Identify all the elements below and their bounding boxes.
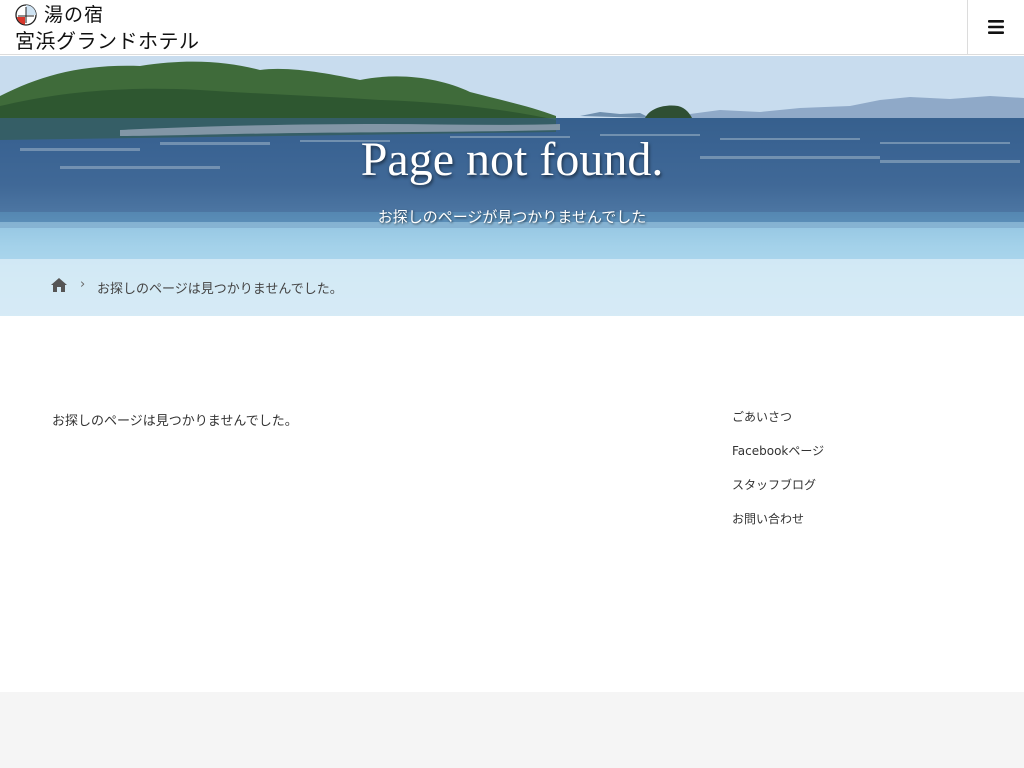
sidebar-link-staff-blog[interactable]: スタッフブログ — [732, 476, 972, 510]
logo-mark-icon — [15, 4, 37, 26]
logo-text-line1: 湯の宿 — [44, 4, 105, 26]
home-icon[interactable] — [51, 278, 67, 292]
hamburger-menu-icon — [988, 20, 1004, 34]
breadcrumb: › お探しのページは見つかりませんでした。 — [0, 259, 1024, 316]
hero-banner: Page not found. お探しのページが見つかりませんでした › お探し… — [0, 56, 1024, 316]
not-found-message: お探しのページは見つかりませんでした。 — [52, 414, 298, 429]
page-title: Page not found. — [360, 133, 664, 186]
breadcrumb-current: お探しのページは見つかりませんでした。 — [97, 282, 343, 297]
sidebar-link-greeting[interactable]: ごあいさつ — [732, 408, 972, 442]
site-header: 湯の宿 宮浜グランドホテル — [0, 0, 1024, 55]
sidebar-link-facebook[interactable]: Facebookページ — [732, 442, 972, 476]
menu-toggle-button[interactable] — [967, 0, 1024, 54]
breadcrumb-separator: › — [80, 277, 86, 292]
page-subtitle: お探しのページが見つかりませんでした — [377, 208, 647, 226]
logo-text-line2: 宮浜グランドホテル — [15, 29, 200, 53]
site-footer — [0, 692, 1024, 768]
site-logo[interactable]: 湯の宿 宮浜グランドホテル — [14, 2, 224, 54]
sidebar-menu: ごあいさつ Facebookページ スタッフブログ お問い合わせ — [732, 408, 972, 544]
sidebar-link-contact[interactable]: お問い合わせ — [732, 510, 972, 544]
